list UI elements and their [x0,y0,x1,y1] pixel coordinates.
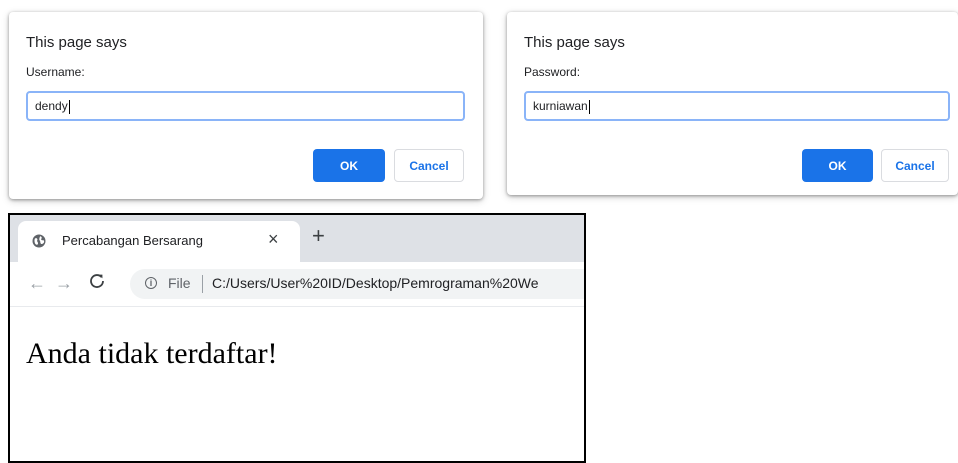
browser-toolbar: ← → i File C:/Users/User%20ID/Desktop/Pe… [10,262,584,307]
forward-arrow-icon[interactable]: → [55,273,73,294]
tab-strip: Percabangan Bersarang × + [10,215,584,262]
text-caret [68,99,70,114]
tab-title: Percabangan Bersarang [62,233,203,248]
username-label: Username: [26,65,85,79]
new-tab-button[interactable]: + [312,223,325,249]
reload-icon[interactable] [89,273,105,294]
dialog-title: This page says [524,34,625,51]
ok-button[interactable]: OK [802,149,873,182]
username-prompt-dialog: This page says Username: dendy OK Cancel [9,12,483,199]
dialog-title: This page says [26,34,127,51]
info-icon[interactable]: i [145,277,157,289]
url-text: C:/Users/User%20ID/Desktop/Pemrograman%2… [212,275,539,291]
divider [202,275,203,293]
username-input[interactable]: dendy [26,91,465,121]
page-message: Anda tidak terdaftar! [26,337,278,370]
text-caret [588,99,590,114]
ok-button[interactable]: OK [313,149,385,182]
password-prompt-dialog: This page says Password: kurniawan OK Ca… [507,12,958,195]
address-bar[interactable]: i File C:/Users/User%20ID/Desktop/Pemrog… [130,269,584,299]
tab-percabangan-bersarang[interactable]: Percabangan Bersarang × [18,221,300,262]
password-input[interactable]: kurniawan [524,91,950,121]
password-label: Password: [524,65,581,79]
scheme-label: File [168,275,191,291]
back-arrow-icon[interactable]: ← [28,273,46,294]
browser-window: Percabangan Bersarang × + ← → i File C:/… [8,213,586,463]
close-tab-icon[interactable]: × [268,229,279,250]
username-value: dendy [35,99,68,113]
cancel-button[interactable]: Cancel [881,149,949,182]
globe-icon [32,234,46,248]
password-value: kurniawan [533,99,588,113]
cancel-button[interactable]: Cancel [394,149,464,182]
